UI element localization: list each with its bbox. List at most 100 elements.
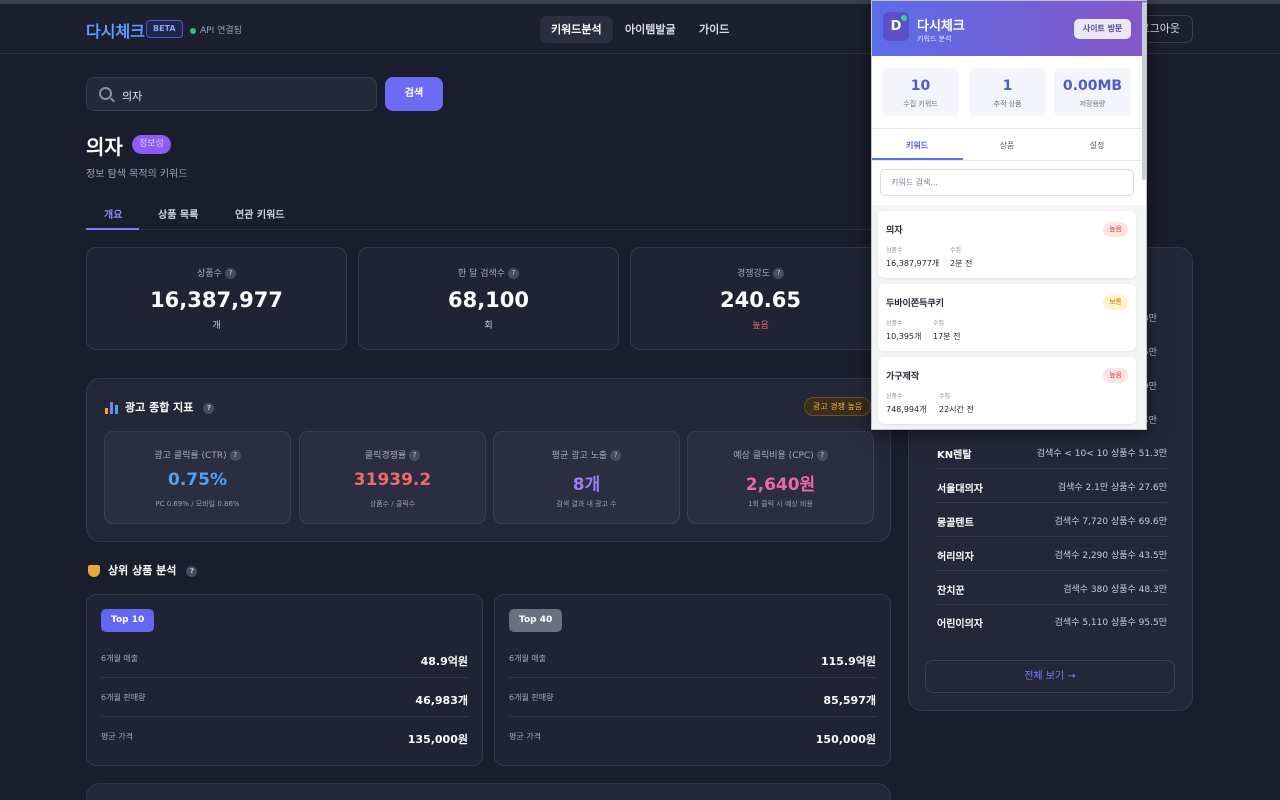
list-item[interactable]: 잔치꾼 검색수 380 상품수 48.3만 [936, 571, 1167, 605]
keyword-stats: 검색수 7,720 상품수 69.6만 [1054, 517, 1167, 527]
status-dot-icon [901, 15, 907, 21]
stat-value: 68,100 [447, 288, 530, 312]
keyword-name: 서울대의자 [937, 484, 983, 495]
list-item[interactable]: 몽골텐트 검색수 7,720 상품수 69.6만 [936, 503, 1167, 537]
page-subtitle: 정보 탐색 목적의 키워드 [86, 169, 188, 180]
metric-sub: 1회 클릭 시 예상 비용 [748, 500, 813, 508]
extension-popup: D 다시체크 키워드 분석 사이트 방문 10 수집 키워드 1 추적 상품 0.0… [871, 0, 1147, 430]
top10-badge: Top 10 [101, 609, 155, 632]
table-row: 6개월 매출 48.9억원 [101, 640, 468, 678]
list-item[interactable]: 서울대의자 검색수 2.1만 상품수 27.6만 [936, 469, 1167, 503]
popup-scrollbar[interactable] [1142, 2, 1146, 180]
search-button[interactable]: 검색 [385, 77, 443, 111]
count-label: 상품수 [886, 320, 903, 327]
tab-product-list[interactable]: 상품 목록 [158, 206, 198, 221]
popup-tab-products[interactable]: 상품 [962, 140, 1052, 151]
keyword-name: 잔치꾼 [937, 586, 965, 597]
list-item[interactable]: 가구제작 높음 상품수 수집 748,994개 22시간 전 [878, 357, 1136, 424]
search-input[interactable]: 의자 [86, 77, 377, 111]
tab-divider [86, 229, 891, 230]
view-all-button[interactable]: 전체 보기 → [925, 660, 1175, 693]
nav-item-discovery[interactable]: 아이템발굴 [614, 16, 687, 43]
metric-sub: 상품수 / 클릭수 [369, 500, 416, 508]
competition-badge: 높음 [1103, 222, 1128, 237]
nav-guide[interactable]: 가이드 [688, 16, 740, 43]
popup-stat-label: 추적 상품 [993, 100, 1022, 108]
popup-stat-label: 저장용량 [1079, 100, 1106, 108]
stat-unit: 회 [484, 321, 493, 331]
table-row: 6개월 판매량 46,983개 [101, 679, 468, 717]
list-item[interactable]: 두바이쫀득쿠키 보통 상품수 수집 10,395개 17분 전 [878, 284, 1136, 351]
app-logo[interactable]: 다시체크 [86, 18, 145, 42]
row-value: 46,983개 [415, 694, 468, 707]
help-icon[interactable]: ? [186, 565, 198, 577]
item-title: 두바이쫀득쿠키 [886, 299, 944, 309]
api-status-label: API 연결됨 [200, 26, 242, 36]
metric-sub: PC 0.69% / 모바일 0.86% [155, 500, 240, 508]
popup-title: 다시체크 [917, 19, 965, 34]
time-value: 2분 전 [950, 259, 973, 268]
count-value: 748,994개 [886, 405, 927, 414]
stat-unit: 높음 [752, 321, 769, 331]
popup-logo: D [883, 12, 909, 41]
help-icon[interactable]: ? [816, 450, 828, 461]
stat-label: 한 달 검색수 [457, 269, 506, 279]
popup-stat-storage: 0.00MB 저장용량 [1054, 68, 1131, 116]
list-item[interactable]: 허리의자 검색수 2,290 상품수 43.5만 [936, 537, 1167, 571]
divider [872, 160, 1146, 161]
tab-overview[interactable]: 개요 [104, 206, 122, 221]
table-row: 평균 가격 150,000원 [509, 718, 876, 756]
metric-value: 8개 [572, 475, 601, 495]
row-value: 48.9억원 [420, 655, 468, 668]
help-icon[interactable]: ? [610, 450, 622, 461]
row-value: 150,000원 [815, 733, 876, 746]
row-label: 평균 가격 [101, 732, 133, 741]
ad-summary-title-text: 광고 종합 지표 [125, 401, 194, 414]
nav-keyword-analysis[interactable]: 키워드분석 [540, 16, 613, 43]
help-icon[interactable]: ? [224, 268, 236, 279]
stat-label: 상품수 [197, 269, 222, 279]
tab-related-keywords[interactable]: 연관 키워드 [235, 206, 284, 221]
status-dot-icon [190, 27, 196, 34]
list-item[interactable]: KN렌탈 검색수 < 10< 10 상품수 51.3만 [936, 435, 1167, 469]
list-item[interactable]: 의자 높음 상품수 수집 16,387,977개 2분 전 [878, 211, 1136, 278]
metric-label: 클릭경쟁률 [364, 451, 407, 461]
item-title: 가구제작 [886, 372, 920, 382]
help-icon[interactable]: ? [229, 450, 241, 461]
popup-stat-keywords: 10 수집 키워드 [882, 68, 959, 116]
item-title: 의자 [886, 226, 903, 236]
table-row: 평균 가격 135,000원 [101, 718, 468, 756]
stat-unit: 개 [212, 321, 221, 331]
list-item[interactable]: 어린이의자 검색수 5,110 상품수 95.5만 [936, 604, 1167, 638]
popup-subtitle: 키워드 분석 [917, 35, 952, 43]
popup-tab-keywords[interactable]: 키워드 [872, 140, 962, 151]
row-label: 6개월 판매량 [101, 693, 146, 702]
top-products-title-text: 상위 상품 분석 [108, 564, 177, 577]
row-label: 6개월 매출 [101, 654, 139, 663]
competition-badge: 높음 [1103, 368, 1128, 383]
count-value: 16,387,977개 [886, 259, 940, 268]
metric-value: 31939.2 [353, 470, 432, 490]
time-label: 수집 [933, 320, 945, 327]
metric-card-cpc: 예상 클릭비용 (CPC)? 2,640원 1회 클릭 시 예상 비용 [687, 431, 874, 524]
metric-card-ctr: 광고 클릭률 (CTR)? 0.75% PC 0.69% / 모바일 0.86% [104, 431, 291, 524]
popup-stat-label: 수집 키워드 [903, 100, 938, 108]
keyword-name: KN렌탈 [937, 450, 972, 461]
help-icon[interactable]: ? [203, 402, 215, 414]
keyword-name: 허리의자 [937, 552, 974, 563]
top-products-title: 상위 상품 분석? [88, 562, 198, 578]
metric-card-click-competition: 클릭경쟁률? 31939.2 상품수 / 클릭수 [299, 431, 486, 524]
help-icon[interactable]: ? [773, 268, 785, 279]
time-value: 17분 전 [933, 332, 961, 341]
help-icon[interactable]: ? [508, 268, 520, 279]
popup-stat-products: 1 추적 상품 [969, 68, 1046, 116]
metric-value: 0.75% [168, 470, 227, 490]
visit-site-button[interactable]: 사이트 방문 [1074, 19, 1131, 39]
popup-logo-letter: D [890, 19, 902, 34]
row-label: 평균 가격 [509, 732, 541, 741]
intent-badge: 정보성 [132, 135, 171, 154]
help-icon[interactable]: ? [409, 450, 421, 461]
popup-tab-settings[interactable]: 설정 [1052, 140, 1142, 151]
metric-card-ad-exposure: 평균 광고 노출? 8개 검색 결과 내 광고 수 [493, 431, 680, 524]
popup-search-input[interactable]: 키워드 검색... [880, 169, 1134, 196]
